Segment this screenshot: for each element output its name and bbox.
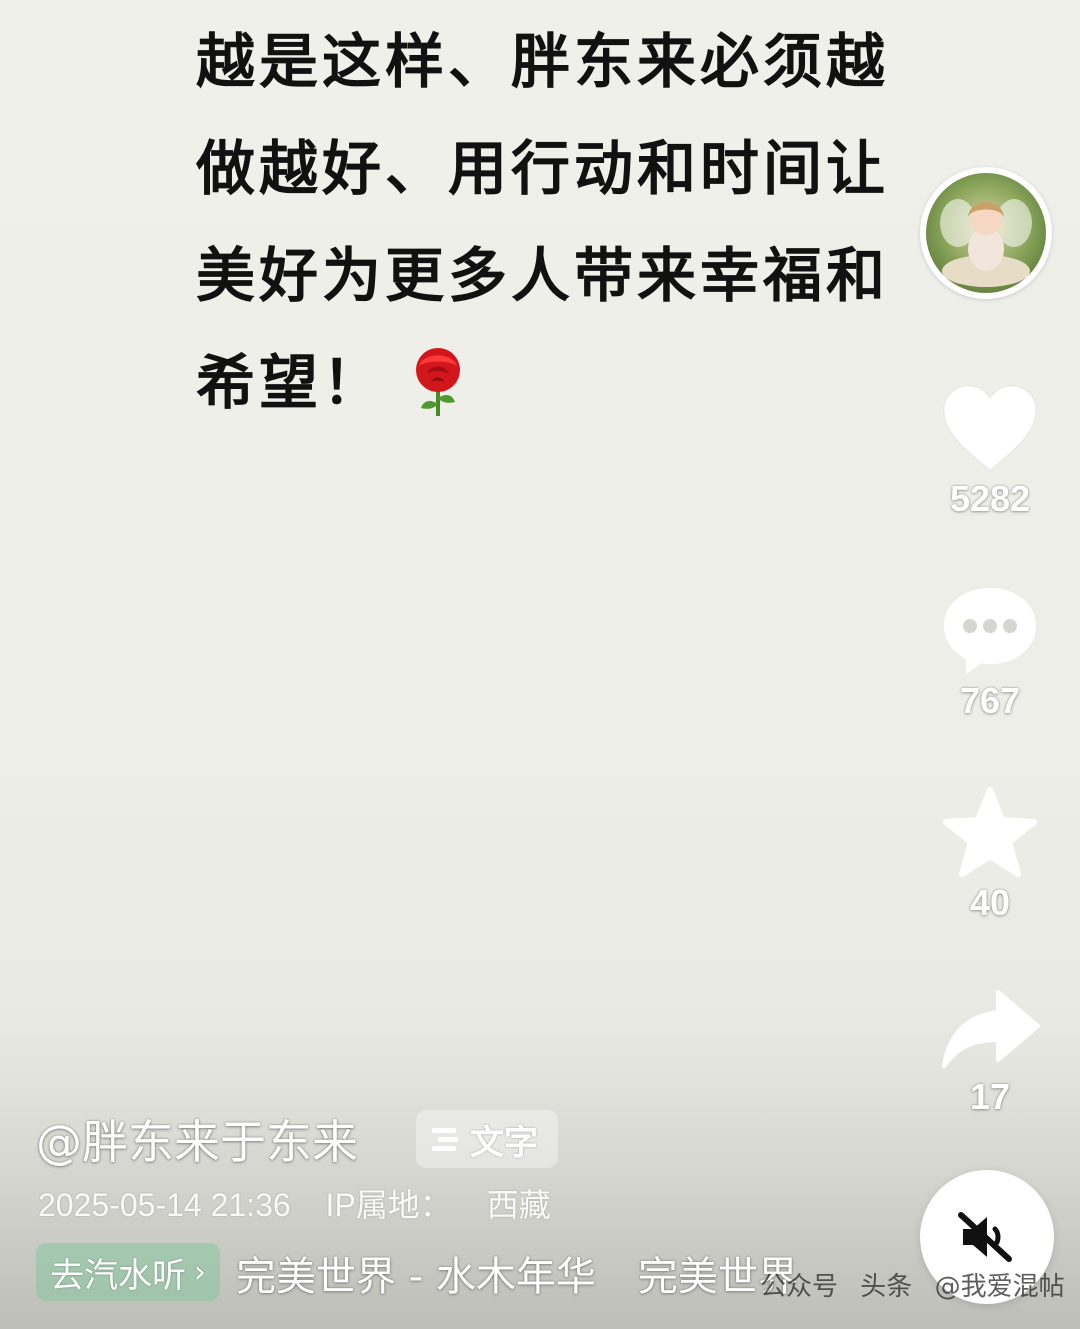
star-icon [943,787,1037,877]
text-lines-icon [432,1128,458,1151]
comment-icon [944,588,1036,674]
text-button-label: 文字 [470,1122,538,1163]
caption-line-3: 美好为更多人带来幸福和 [196,241,890,310]
watermark-item-3: @我爱混帖 [934,1272,1065,1302]
caption-line-4-wrap: 希望！ [196,329,896,436]
caption-line-2: 做越好、用行动和时间让 [196,134,890,203]
music-chip-label: 去汽水听 [50,1255,186,1296]
avatar[interactable] [920,167,1052,299]
ip-label: IP属地： [325,1187,452,1223]
watermark: 公众号 头条 @我爱混帖 [760,1266,1079,1303]
favorite-button[interactable]: 40 [930,786,1050,924]
caption-line-4: 希望！ [196,348,386,417]
author-name[interactable]: @胖东来于东来 [36,1106,358,1172]
share-icon [942,990,1040,1068]
rose-emoji [416,347,461,416]
comment-count: 767 [959,680,1021,721]
post-meta: 2025-05-14 21:36 IP属地： 西藏 [38,1180,577,1226]
like-count: 5282 [949,478,1031,519]
watermark-item-2: 头条 [860,1272,913,1302]
ip-location: 西藏 [486,1187,551,1223]
favorite-count: 40 [969,882,1011,923]
heart-icon [943,385,1037,471]
text-button[interactable]: 文字 [416,1110,558,1168]
share-count: 17 [969,1076,1011,1117]
watermark-item-1: 公众号 [760,1272,839,1302]
video-caption: 越是这样、胖东来必须越 做越好、用行动和时间让 美好为更多人带来幸福和 希望！ [196,8,896,436]
comment-button[interactable]: 767 [930,584,1050,722]
like-button[interactable]: 5282 [930,384,1050,520]
music-track-text: 完美世界 - 水木年华 [236,1254,596,1300]
listen-on-qishui-button[interactable]: 去汽水听 › [36,1243,220,1301]
chevron-right-icon: › [194,1254,206,1290]
speaker-muted-icon [958,1212,1012,1262]
caption-line-1: 越是这样、胖东来必须越 [196,27,890,96]
avatar-image [926,173,1046,293]
post-date: 2025-05-14 21:36 [38,1187,291,1223]
share-button[interactable]: 17 [930,986,1050,1118]
